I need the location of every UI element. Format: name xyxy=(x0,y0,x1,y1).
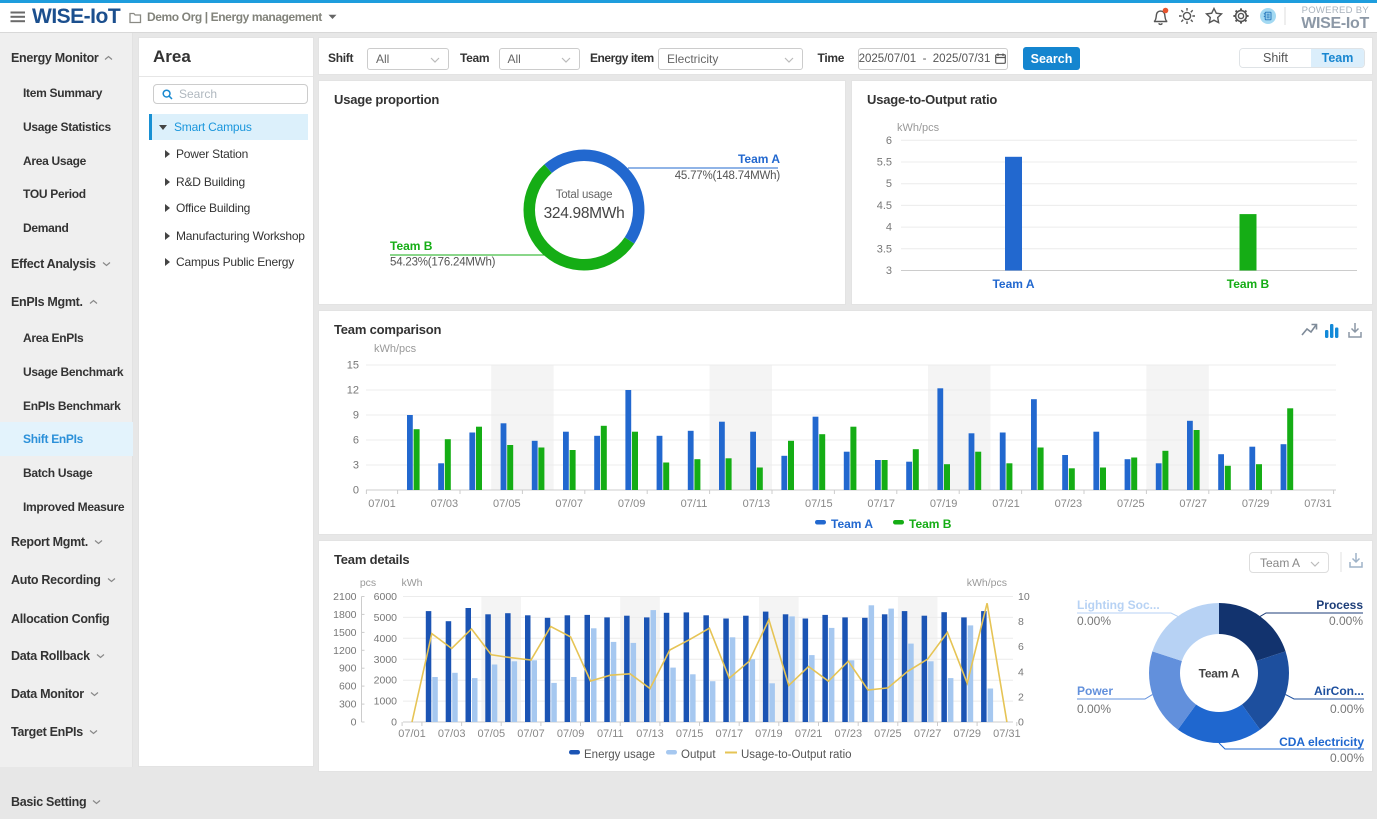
svg-text:6: 6 xyxy=(353,435,359,447)
svg-text:07/21: 07/21 xyxy=(795,728,823,740)
svg-text:07/17: 07/17 xyxy=(716,728,744,740)
svg-text:Output: Output xyxy=(681,749,716,761)
svg-text:300: 300 xyxy=(339,699,357,711)
svg-text:07/09: 07/09 xyxy=(618,498,646,510)
svg-text:Usage-to-Output ratio: Usage-to-Output ratio xyxy=(741,749,852,761)
svg-text:4000: 4000 xyxy=(374,633,398,645)
svg-text:8: 8 xyxy=(1018,616,1024,628)
svg-text:6: 6 xyxy=(1018,641,1024,653)
svg-text:45.77%(148.74MWh): 45.77%(148.74MWh) xyxy=(675,170,781,182)
svg-text:Team A: Team A xyxy=(738,152,780,166)
svg-text:12: 12 xyxy=(347,385,359,397)
svg-text:07/07: 07/07 xyxy=(517,728,545,740)
svg-text:Team B: Team B xyxy=(1227,277,1270,291)
svg-text:5000: 5000 xyxy=(374,612,398,624)
svg-text:Lighting Soc...: Lighting Soc... xyxy=(1077,598,1160,612)
svg-text:07/15: 07/15 xyxy=(805,498,833,510)
svg-text:07/31: 07/31 xyxy=(993,728,1021,740)
svg-text:0: 0 xyxy=(1018,717,1024,729)
svg-text:2000: 2000 xyxy=(374,675,398,687)
svg-text:07/19: 07/19 xyxy=(755,728,783,740)
svg-text:1800: 1800 xyxy=(333,609,357,621)
svg-text:324.98MWh: 324.98MWh xyxy=(544,205,625,222)
svg-text:0: 0 xyxy=(353,485,359,497)
svg-text:07/05: 07/05 xyxy=(493,498,521,510)
svg-text:07/09: 07/09 xyxy=(557,728,585,740)
svg-text:07/31: 07/31 xyxy=(1304,498,1332,510)
svg-text:07/25: 07/25 xyxy=(874,728,902,740)
svg-text:15: 15 xyxy=(347,360,359,372)
svg-text:Team A: Team A xyxy=(1199,667,1240,681)
svg-text:07/17: 07/17 xyxy=(867,498,895,510)
svg-text:kWh: kWh xyxy=(402,577,423,589)
svg-text:Process: Process xyxy=(1316,598,1363,612)
svg-text:WISE-IoT: WISE-IoT xyxy=(1301,15,1369,32)
svg-text:9: 9 xyxy=(353,410,359,422)
svg-text:0.00%: 0.00% xyxy=(1330,751,1364,765)
svg-text:4: 4 xyxy=(1018,666,1024,678)
svg-text:0.00%: 0.00% xyxy=(1329,614,1363,628)
svg-text:0: 0 xyxy=(391,717,397,729)
svg-text:07/25: 07/25 xyxy=(1117,498,1145,510)
svg-text:07/15: 07/15 xyxy=(676,728,704,740)
svg-text:07/01: 07/01 xyxy=(368,498,396,510)
svg-text:07/11: 07/11 xyxy=(681,498,708,510)
svg-text:07/29: 07/29 xyxy=(953,728,981,740)
svg-text:CDA electricity: CDA electricity xyxy=(1279,735,1364,749)
svg-text:3000: 3000 xyxy=(374,654,398,666)
svg-text:0.00%: 0.00% xyxy=(1077,614,1111,628)
svg-text:07/29: 07/29 xyxy=(1242,498,1270,510)
svg-text:07/13: 07/13 xyxy=(743,498,771,510)
svg-text:2100: 2100 xyxy=(333,591,357,603)
svg-text:Power: Power xyxy=(1077,684,1113,698)
svg-text:07/01: 07/01 xyxy=(398,728,426,740)
svg-text:07/03: 07/03 xyxy=(431,498,459,510)
svg-text:07/03: 07/03 xyxy=(438,728,466,740)
svg-text:07/27: 07/27 xyxy=(1179,498,1207,510)
svg-text:07/23: 07/23 xyxy=(1055,498,1083,510)
svg-text:07/27: 07/27 xyxy=(914,728,942,740)
svg-text:07/05: 07/05 xyxy=(478,728,506,740)
svg-text:600: 600 xyxy=(339,681,357,693)
svg-text:Team B: Team B xyxy=(390,239,433,253)
svg-text:07/23: 07/23 xyxy=(835,728,863,740)
svg-text:07/13: 07/13 xyxy=(636,728,664,740)
svg-text:07/11: 07/11 xyxy=(597,728,624,740)
svg-text:1500: 1500 xyxy=(333,627,357,639)
svg-text:54.23%(176.24MWh): 54.23%(176.24MWh) xyxy=(390,257,496,269)
svg-text:5: 5 xyxy=(886,178,892,190)
svg-text:07/07: 07/07 xyxy=(555,498,583,510)
svg-text:AirCon...: AirCon... xyxy=(1314,684,1364,698)
svg-text:Energy usage: Energy usage xyxy=(584,749,655,761)
svg-text:Team B: Team B xyxy=(909,517,952,531)
svg-text:3: 3 xyxy=(886,265,892,277)
svg-text:900: 900 xyxy=(339,663,357,675)
svg-text:07/21: 07/21 xyxy=(992,498,1020,510)
svg-text:6: 6 xyxy=(886,135,892,147)
svg-text:10: 10 xyxy=(1018,591,1030,603)
svg-text:0.00%: 0.00% xyxy=(1077,702,1111,716)
svg-text:0.00%: 0.00% xyxy=(1330,702,1364,716)
svg-text:1000: 1000 xyxy=(374,696,398,708)
svg-text:2: 2 xyxy=(1018,691,1024,703)
svg-text:kWh/pcs: kWh/pcs xyxy=(967,577,1007,589)
svg-text:Team A: Team A xyxy=(831,517,873,531)
svg-text:4.5: 4.5 xyxy=(877,200,892,212)
svg-text:6000: 6000 xyxy=(374,591,398,603)
svg-text:3.5: 3.5 xyxy=(877,243,892,255)
svg-text:0: 0 xyxy=(351,717,357,729)
svg-text:kWh/pcs: kWh/pcs xyxy=(897,122,940,134)
svg-text:3: 3 xyxy=(353,460,359,472)
svg-text:pcs: pcs xyxy=(360,577,376,589)
svg-text:Total usage: Total usage xyxy=(556,189,613,201)
svg-text:kWh/pcs: kWh/pcs xyxy=(374,343,417,355)
svg-text:Team A: Team A xyxy=(992,277,1034,291)
svg-text:5.5: 5.5 xyxy=(877,157,892,169)
svg-text:1200: 1200 xyxy=(333,645,357,657)
svg-text:4: 4 xyxy=(886,222,892,234)
svg-text:07/19: 07/19 xyxy=(930,498,958,510)
